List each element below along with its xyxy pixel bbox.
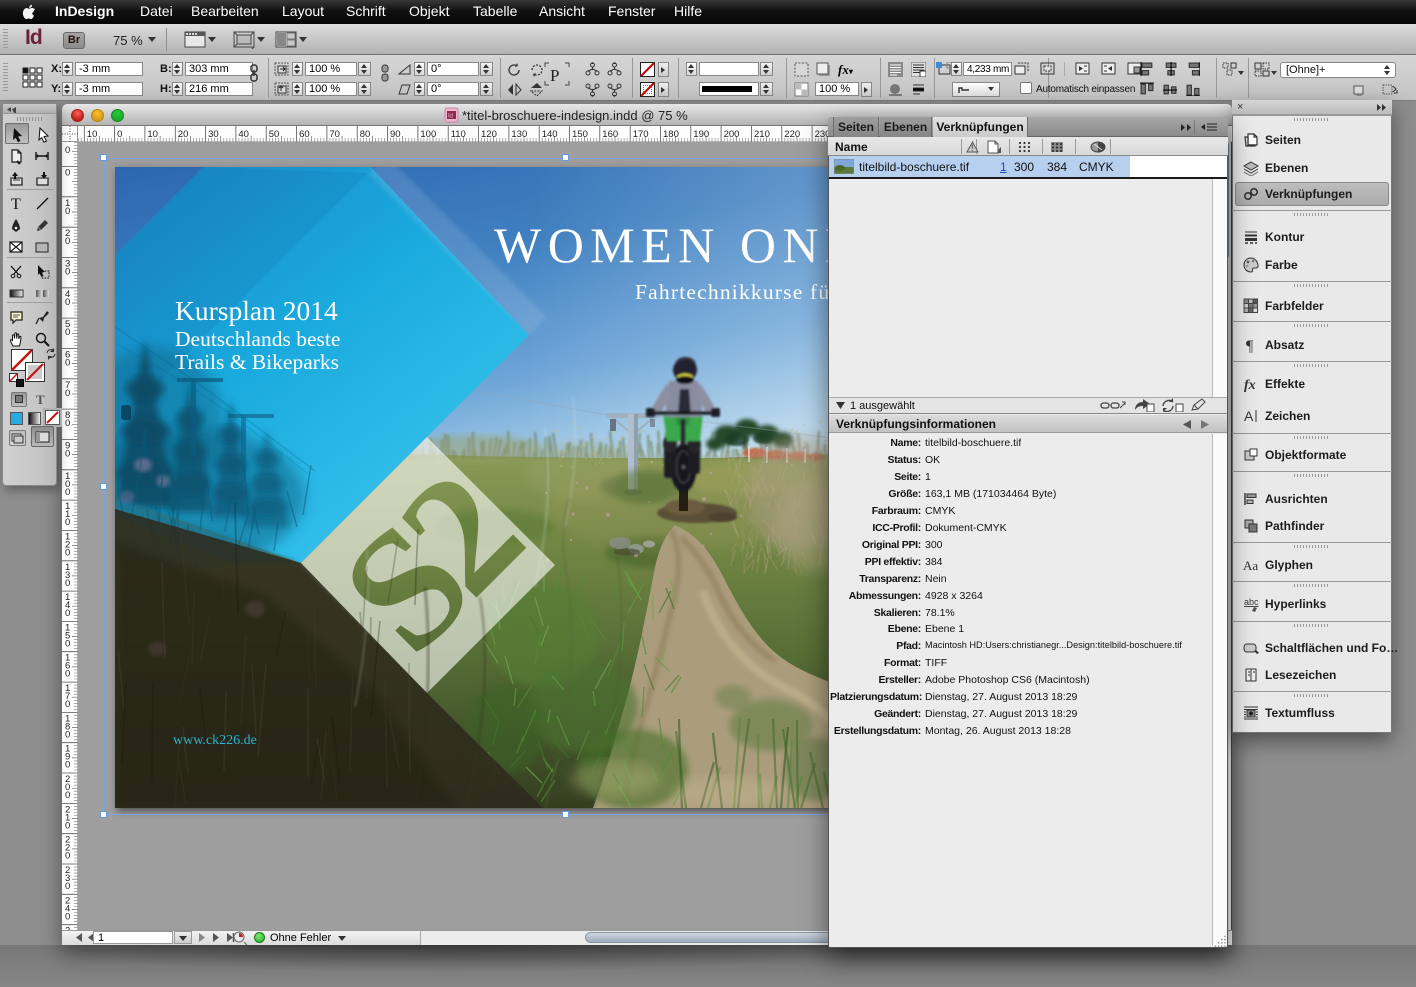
svg-text:0: 0 xyxy=(65,578,70,589)
svg-text:0: 0 xyxy=(65,820,70,831)
svg-text:0: 0 xyxy=(65,790,70,801)
svg-text:!: ! xyxy=(971,143,974,153)
svg-text:0: 0 xyxy=(65,168,70,179)
svg-text:210: 210 xyxy=(754,129,770,140)
svg-text:Aa: Aa xyxy=(1243,558,1258,573)
svg-text:60: 60 xyxy=(299,129,310,140)
svg-text:30: 30 xyxy=(208,129,219,140)
svg-text:80: 80 xyxy=(360,129,371,140)
svg-text:130: 130 xyxy=(511,129,527,140)
svg-text:110: 110 xyxy=(451,129,466,140)
svg-text:140: 140 xyxy=(542,129,558,140)
svg-text:0: 0 xyxy=(65,236,70,247)
svg-text:10: 10 xyxy=(87,129,98,140)
svg-text:0: 0 xyxy=(65,267,70,278)
svg-text:0: 0 xyxy=(65,145,70,156)
svg-text:70: 70 xyxy=(329,129,340,140)
svg-text:190: 190 xyxy=(693,129,709,140)
svg-text:0: 0 xyxy=(65,669,70,680)
svg-text:0: 0 xyxy=(65,358,70,369)
svg-text:¶: ¶ xyxy=(1246,338,1254,353)
svg-text:0: 0 xyxy=(65,881,70,892)
svg-text:100: 100 xyxy=(420,129,436,140)
svg-text:150: 150 xyxy=(572,129,588,140)
svg-text:90: 90 xyxy=(390,129,401,140)
svg-text:T: T xyxy=(11,196,21,212)
svg-text:0: 0 xyxy=(65,638,70,649)
svg-text:0: 0 xyxy=(65,729,70,740)
svg-text:0: 0 xyxy=(65,699,70,710)
svg-text:0: 0 xyxy=(65,448,70,459)
svg-text:0: 0 xyxy=(117,129,122,140)
svg-text:40: 40 xyxy=(238,129,249,140)
svg-text:fx: fx xyxy=(1244,378,1256,392)
svg-text:0: 0 xyxy=(65,327,70,338)
svg-text:0: 0 xyxy=(65,206,70,217)
svg-text:20: 20 xyxy=(178,129,189,140)
svg-text:0: 0 xyxy=(65,487,70,498)
svg-text:220: 220 xyxy=(784,129,800,140)
svg-text:abc: abc xyxy=(1244,597,1259,607)
svg-text:A: A xyxy=(1244,408,1254,424)
svg-text:0: 0 xyxy=(65,760,70,771)
svg-text:0: 0 xyxy=(65,517,70,528)
svg-text:200: 200 xyxy=(724,129,740,140)
svg-text:0: 0 xyxy=(65,547,70,558)
svg-text:0: 0 xyxy=(65,297,70,308)
svg-text:170: 170 xyxy=(633,129,649,140)
svg-text:0: 0 xyxy=(65,388,70,399)
svg-text:0: 0 xyxy=(65,418,70,429)
svg-text:50: 50 xyxy=(269,129,280,140)
svg-text:0: 0 xyxy=(65,911,70,922)
svg-text:Id: Id xyxy=(448,114,453,120)
svg-text:180: 180 xyxy=(663,129,679,140)
svg-text:10: 10 xyxy=(147,129,158,140)
svg-text:0: 0 xyxy=(65,608,70,619)
svg-text:0: 0 xyxy=(65,851,70,862)
svg-text:120: 120 xyxy=(481,129,497,140)
svg-text:160: 160 xyxy=(602,129,618,140)
